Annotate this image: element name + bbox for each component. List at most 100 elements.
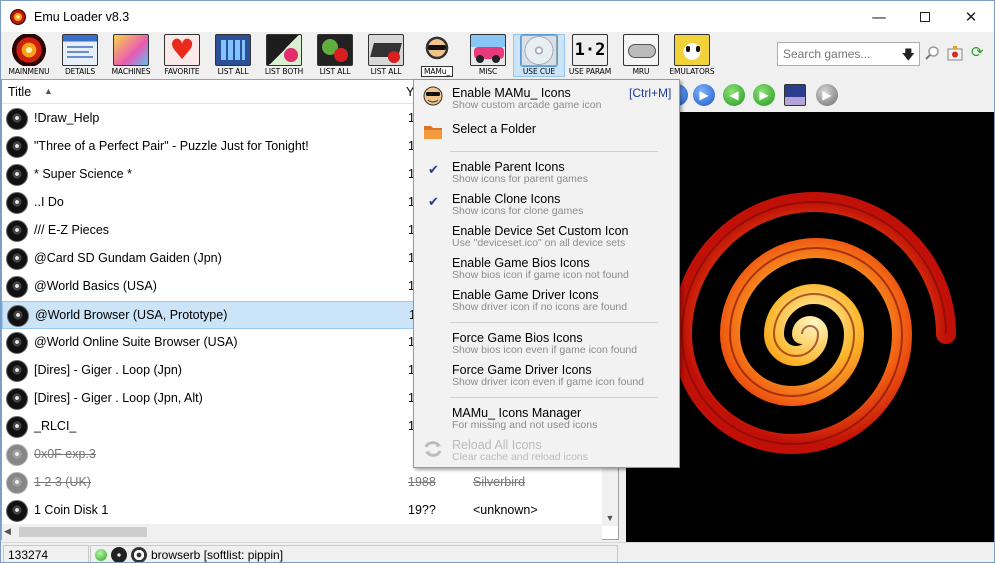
window-title: Emu Loader v8.3	[34, 9, 130, 24]
menu-label: Force Game Driver Icons	[452, 363, 592, 377]
menu-sublabel: Show icons for parent games	[452, 173, 588, 185]
column-header-title[interactable]: Title	[8, 85, 31, 99]
menu-item-enable-clone-icons[interactable]: ✔ Enable Clone Icons Show icons for clon…	[414, 192, 679, 220]
menu-item-enable-mamu-icons[interactable]: Enable MAMu_ Icons Show custom arcade ga…	[414, 86, 679, 114]
nav-previous-green-icon[interactable]: ◀	[723, 84, 745, 106]
menu-sublabel: Show custom arcade game icon	[452, 99, 602, 111]
search-box[interactable]: 🡇	[777, 42, 920, 66]
search-dropdown-arrow-icon[interactable]: 🡇	[902, 46, 915, 68]
toolbar-mamu-button[interactable]: MAMu_	[411, 34, 463, 77]
menu-item-enable-parent-icons[interactable]: ✔ Enable Parent Icons Show icons for par…	[414, 160, 679, 188]
close-button[interactable]: ✕	[948, 1, 994, 32]
game-icon	[6, 444, 28, 466]
status-bar: 133274 Games browserb [softlist: pippin]	[1, 542, 994, 562]
horizontal-scrollbar[interactable]: ◀	[2, 524, 602, 540]
toolbar-listall-devices-button[interactable]: LIST ALL	[360, 34, 412, 77]
emu-loader-logo-image	[671, 192, 956, 454]
menu-item-enable-game-bios-icons[interactable]: Enable Game Bios Icons Show bios icon if…	[414, 256, 679, 284]
toolbar-label: DETAILS	[64, 67, 96, 76]
menu-shortcut: [Ctrl+M]	[629, 86, 672, 100]
game-title: @World Browser (USA, Prototype)	[35, 308, 228, 322]
horizontal-scroll-thumb[interactable]	[19, 527, 147, 537]
preview-nav-bar: ▶ ◀ ▶ ▶	[626, 81, 994, 109]
game-icon	[6, 360, 28, 382]
scroll-down-icon[interactable]: ▼	[602, 510, 618, 526]
checkmark-icon: ✔	[428, 195, 439, 210]
game-publisher: Silverbird	[473, 475, 526, 489]
menu-label: Enable Game Bios Icons	[452, 256, 590, 270]
status-ok-icon	[95, 549, 107, 561]
toolbar-label: FAVORITE	[164, 67, 200, 76]
game-icon	[6, 388, 28, 410]
toolbar-mainmenu-button[interactable]: MAINMENU	[3, 34, 55, 77]
menu-sublabel: Use "deviceset.ico" on all device sets	[452, 237, 626, 249]
emu-loader-app-icon	[10, 8, 26, 25]
favorite-heart-icon: ♥	[164, 34, 200, 66]
language-flag-icon[interactable]	[947, 45, 963, 61]
toolbar-details-button[interactable]: DETAILS	[54, 34, 106, 77]
menu-separator	[450, 397, 658, 398]
toolbar-listall-button[interactable]: LIST ALL	[207, 34, 259, 77]
menu-label: Enable Device Set Custom Icon	[452, 224, 629, 238]
list-all-icon	[215, 34, 251, 66]
game-icon	[6, 500, 28, 522]
cd-disc-icon	[520, 34, 558, 67]
refresh-icon[interactable]: ⟳	[971, 45, 987, 61]
toolbar-label: LIST ALL	[217, 67, 249, 76]
toolbar-favorite-button[interactable]: ♥ FAVORITE	[156, 34, 208, 77]
table-row[interactable]: 1 2 3 (UK) 1988 Silverbird	[2, 469, 603, 497]
misc-icon	[470, 34, 506, 66]
menu-label: Enable Game Driver Icons	[452, 288, 599, 302]
nav-next-green-icon[interactable]: ▶	[753, 84, 775, 106]
toolbar-usecue-button[interactable]: USE CUE	[513, 34, 565, 77]
search-input[interactable]	[783, 47, 901, 61]
preview-image	[626, 112, 994, 561]
toolbar-machines-button[interactable]: MACHINES	[105, 34, 157, 77]
menu-sublabel: For missing and not used icons	[452, 419, 598, 431]
game-year: 19??	[408, 503, 436, 517]
menu-label: MAMu_ Icons Manager	[452, 406, 582, 420]
title-bar: Emu Loader v8.3 — ✕	[1, 1, 994, 32]
minimize-icon: —	[871, 7, 887, 26]
minimize-button[interactable]: —	[856, 1, 902, 32]
status-info-panel: browserb [softlist: pippin]	[90, 545, 618, 562]
game-title: * Super Science *	[34, 167, 132, 181]
game-icon	[6, 220, 28, 242]
toolbar-useparam-button[interactable]: 1·2 USE PARAM	[564, 34, 616, 77]
list-all-device-icon	[368, 34, 404, 66]
menu-item-select-folder[interactable]: Select a Folder	[414, 122, 679, 144]
list-both-icon	[266, 34, 302, 66]
menu-item-force-game-driver-icons[interactable]: Force Game Driver Icons Show driver icon…	[414, 363, 679, 391]
menu-label: Enable Parent Icons	[452, 160, 565, 174]
menu-label: Select a Folder	[452, 122, 537, 136]
menu-item-force-game-bios-icons[interactable]: Force Game Bios Icons Show bios icon eve…	[414, 331, 679, 359]
toolbar-mru-button[interactable]: MRU	[615, 34, 667, 77]
maximize-icon	[920, 11, 930, 22]
scroll-left-icon[interactable]: ◀	[4, 526, 11, 537]
checkmark-icon: ✔	[428, 163, 439, 178]
menu-label: Force Game Bios Icons	[452, 331, 583, 345]
table-row[interactable]: 1 Coin Disk 1 19?? <unknown>	[2, 497, 603, 525]
menu-item-enable-game-driver-icons[interactable]: Enable Game Driver Icons Show driver ico…	[414, 288, 679, 316]
menu-item-enable-device-set-icon[interactable]: Enable Device Set Custom Icon Use "devic…	[414, 224, 679, 252]
toolbar-emulators-button[interactable]: EMULATORS	[666, 34, 718, 77]
maximize-button[interactable]	[902, 1, 948, 32]
toolbar-listall-parents-button[interactable]: LIST ALL	[309, 34, 361, 77]
preview-panel: ▶ ◀ ▶ ▶	[626, 79, 994, 561]
play-icon[interactable]: ▶	[816, 84, 838, 106]
status-count-panel: 133274 Games	[3, 545, 89, 562]
menu-sublabel: Show bios icon even if game icon found	[452, 344, 638, 356]
game-icon	[6, 416, 28, 438]
game-icon	[6, 108, 28, 130]
search-icon[interactable]	[924, 45, 940, 61]
selected-game-info: browserb [softlist: pippin]	[151, 548, 284, 562]
game-title: /// E-Z Pieces	[34, 223, 110, 237]
status-game-icon	[111, 547, 127, 562]
menu-item-reload-all-icons[interactable]: Reload All Icons Clear cache and reload …	[414, 438, 679, 466]
toolbar-listboth-button[interactable]: LIST BOTH	[258, 34, 310, 77]
toolbar-misc-button[interactable]: MISC	[462, 34, 514, 77]
nav-forward-blue-icon[interactable]: ▶	[693, 84, 715, 106]
menu-item-mamu-icons-manager[interactable]: MAMu_ Icons Manager For missing and not …	[414, 406, 679, 434]
game-year: 1988	[408, 475, 436, 489]
screenshot-view-icon[interactable]	[784, 84, 806, 106]
